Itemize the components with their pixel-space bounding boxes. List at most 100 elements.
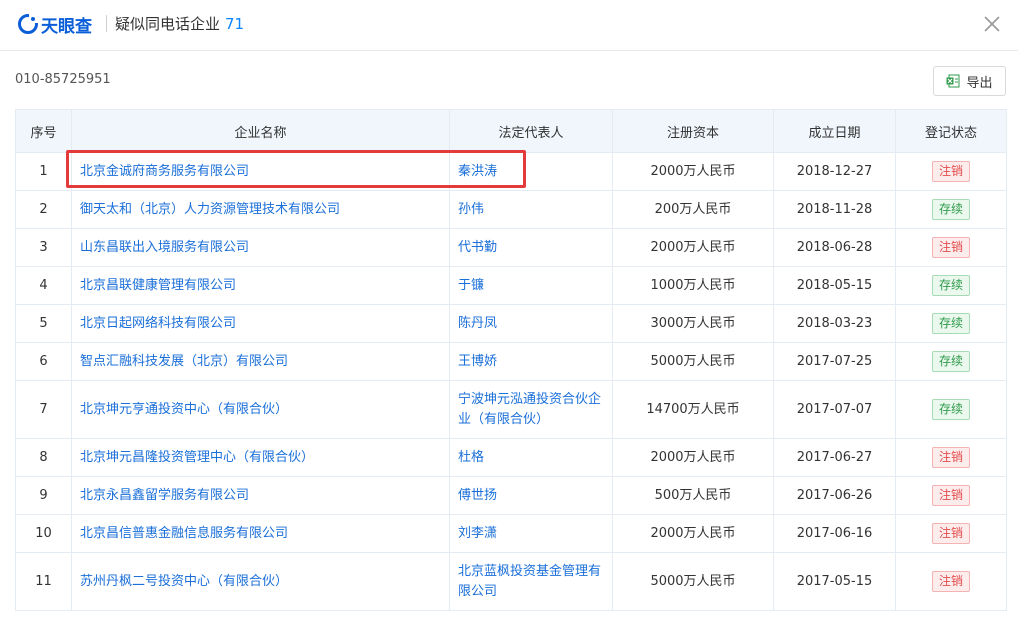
status-badge: 注销 — [931, 485, 970, 506]
established-date: 2018-05-15 — [773, 266, 896, 305]
legal-rep-link[interactable]: 杜格 — [449, 438, 613, 477]
table-row: 7 北京坤元亨通投资中心（有限合伙） 宁波坤元泓通投资合伙企业（有限合伙） 14700… — [15, 380, 1007, 439]
registered-capital: 5000万人民币 — [612, 342, 774, 381]
established-date: 2018-06-28 — [773, 228, 896, 267]
logo-text: 天眼查 — [41, 16, 92, 37]
registered-capital: 3000万人民币 — [612, 304, 774, 343]
row-number: 11 — [15, 552, 72, 611]
legal-rep-link[interactable]: 于镰 — [449, 266, 613, 305]
established-date: 2017-07-25 — [773, 342, 896, 381]
status-badge: 存续 — [931, 199, 970, 220]
registered-capital: 2000万人民币 — [612, 228, 774, 267]
company-name-link[interactable]: 北京昌信普惠金融信息服务有限公司 — [71, 514, 450, 553]
status-badge: 注销 — [931, 237, 970, 258]
company-name-link[interactable]: 北京坤元昌隆投资管理中心（有限合伙） — [71, 438, 450, 477]
legal-rep-link[interactable]: 王博娇 — [449, 342, 613, 381]
company-name-link[interactable]: 北京昌联健康管理有限公司 — [71, 266, 450, 305]
status-badge: 注销 — [931, 571, 970, 592]
table-row: 8 北京坤元昌隆投资管理中心（有限合伙） 杜格 2000万人民币 2017-06-27 注… — [15, 438, 1007, 477]
company-name-link[interactable]: 北京坤元亨通投资中心（有限合伙） — [71, 380, 450, 439]
company-name-link[interactable]: 北京日起网络科技有限公司 — [71, 304, 450, 343]
registered-capital: 2000万人民币 — [612, 514, 774, 553]
registered-capital: 500万人民币 — [612, 476, 774, 515]
col-header-date: 成立日期 — [773, 109, 896, 153]
registered-capital: 200万人民币 — [612, 190, 774, 229]
col-header-no: 序号 — [15, 109, 72, 153]
registered-capital: 5000万人民币 — [612, 552, 774, 611]
table-row: 4 北京昌联健康管理有限公司 于镰 1000万人民币 2018-05-15 存续 — [15, 266, 1007, 305]
status-badge: 注销 — [931, 523, 970, 544]
legal-rep-link[interactable]: 陈丹凤 — [449, 304, 613, 343]
header-divider — [106, 15, 107, 32]
legal-rep-link[interactable]: 孙伟 — [449, 190, 613, 229]
registered-capital: 2000万人民币 — [612, 438, 774, 477]
row-number: 8 — [15, 438, 72, 477]
logo: 天眼查 — [18, 13, 92, 37]
col-header-status: 登记状态 — [895, 109, 1007, 153]
status-badge: 注销 — [931, 161, 970, 182]
established-date: 2017-06-27 — [773, 438, 896, 477]
status-badge: 注销 — [931, 447, 970, 468]
status-cell: 注销 — [895, 152, 1007, 191]
modal-title: 疑似同电话企业 71 — [115, 13, 244, 34]
modal-title-text: 疑似同电话企业 — [115, 15, 221, 33]
established-date: 2017-07-07 — [773, 380, 896, 439]
table-row: 6 智点汇融科技发展（北京）有限公司 王博娇 5000万人民币 2017-07-25 存续 — [15, 342, 1007, 381]
legal-rep-link[interactable]: 刘李潇 — [449, 514, 613, 553]
row-number: 4 — [15, 266, 72, 305]
established-date: 2017-06-26 — [773, 476, 896, 515]
registered-capital: 2000万人民币 — [612, 152, 774, 191]
col-header-capital: 注册资本 — [612, 109, 774, 153]
excel-icon — [946, 74, 960, 88]
status-badge: 存续 — [931, 399, 970, 420]
legal-rep-link[interactable]: 宁波坤元泓通投资合伙企业（有限合伙） — [449, 380, 613, 439]
tianyancha-logo-icon — [18, 14, 38, 34]
status-badge: 存续 — [931, 313, 970, 334]
status-cell: 存续 — [895, 190, 1007, 229]
established-date: 2018-11-28 — [773, 190, 896, 229]
established-date: 2018-03-23 — [773, 304, 896, 343]
status-badge: 存续 — [931, 275, 970, 296]
registered-capital: 1000万人民币 — [612, 266, 774, 305]
legal-rep-link[interactable]: 秦洪涛 — [449, 152, 613, 191]
table-row: 2 御天太和（北京）人力资源管理技术有限公司 孙伟 200万人民币 2018-11-28… — [15, 190, 1007, 229]
row-number: 10 — [15, 514, 72, 553]
status-cell: 存续 — [895, 266, 1007, 305]
company-name-link[interactable]: 北京金诚府商务服务有限公司 — [71, 152, 450, 191]
row-number: 3 — [15, 228, 72, 267]
row-number: 6 — [15, 342, 72, 381]
status-cell: 注销 — [895, 438, 1007, 477]
table-row: 3 山东昌联出入境服务有限公司 代书勤 2000万人民币 2018-06-28 注销 — [15, 228, 1007, 267]
legal-rep-link[interactable]: 傅世扬 — [449, 476, 613, 515]
status-cell: 注销 — [895, 552, 1007, 611]
registered-capital: 14700万人民币 — [612, 380, 774, 439]
status-cell: 存续 — [895, 342, 1007, 381]
company-name-link[interactable]: 智点汇融科技发展（北京）有限公司 — [71, 342, 450, 381]
established-date: 2017-06-16 — [773, 514, 896, 553]
company-table: 序号 企业名称 法定代表人 注册资本 成立日期 登记状态 1 北京金诚府商务服务有… — [15, 109, 1007, 611]
row-number: 7 — [15, 380, 72, 439]
export-button[interactable]: 导出 — [933, 66, 1006, 96]
col-header-rep: 法定代表人 — [449, 109, 613, 153]
status-badge: 存续 — [931, 351, 970, 372]
status-cell: 注销 — [895, 476, 1007, 515]
established-date: 2018-12-27 — [773, 152, 896, 191]
status-cell: 存续 — [895, 380, 1007, 439]
status-cell: 存续 — [895, 304, 1007, 343]
legal-rep-link[interactable]: 代书勤 — [449, 228, 613, 267]
company-name-link[interactable]: 御天太和（北京）人力资源管理技术有限公司 — [71, 190, 450, 229]
row-number: 9 — [15, 476, 72, 515]
close-icon[interactable] — [982, 14, 1002, 34]
table-row: 10 北京昌信普惠金融信息服务有限公司 刘李潇 2000万人民币 2017-06-16 注… — [15, 514, 1007, 553]
table-row: 11 苏州丹枫二号投资中心（有限合伙） 北京蓝枫投资基金管理有限公司 5000万人民币… — [15, 552, 1007, 611]
result-count: 71 — [225, 15, 245, 33]
legal-rep-link[interactable]: 北京蓝枫投资基金管理有限公司 — [449, 552, 613, 611]
company-name-link[interactable]: 山东昌联出入境服务有限公司 — [71, 228, 450, 267]
row-number: 1 — [15, 152, 72, 191]
row-number: 2 — [15, 190, 72, 229]
status-cell: 注销 — [895, 514, 1007, 553]
company-name-link[interactable]: 苏州丹枫二号投资中心（有限合伙） — [71, 552, 450, 611]
company-name-link[interactable]: 北京永昌鑫留学服务有限公司 — [71, 476, 450, 515]
table-row: 5 北京日起网络科技有限公司 陈丹凤 3000万人民币 2018-03-23 存续 — [15, 304, 1007, 343]
modal-header: 天眼查 疑似同电话企业 71 — [0, 0, 1018, 51]
